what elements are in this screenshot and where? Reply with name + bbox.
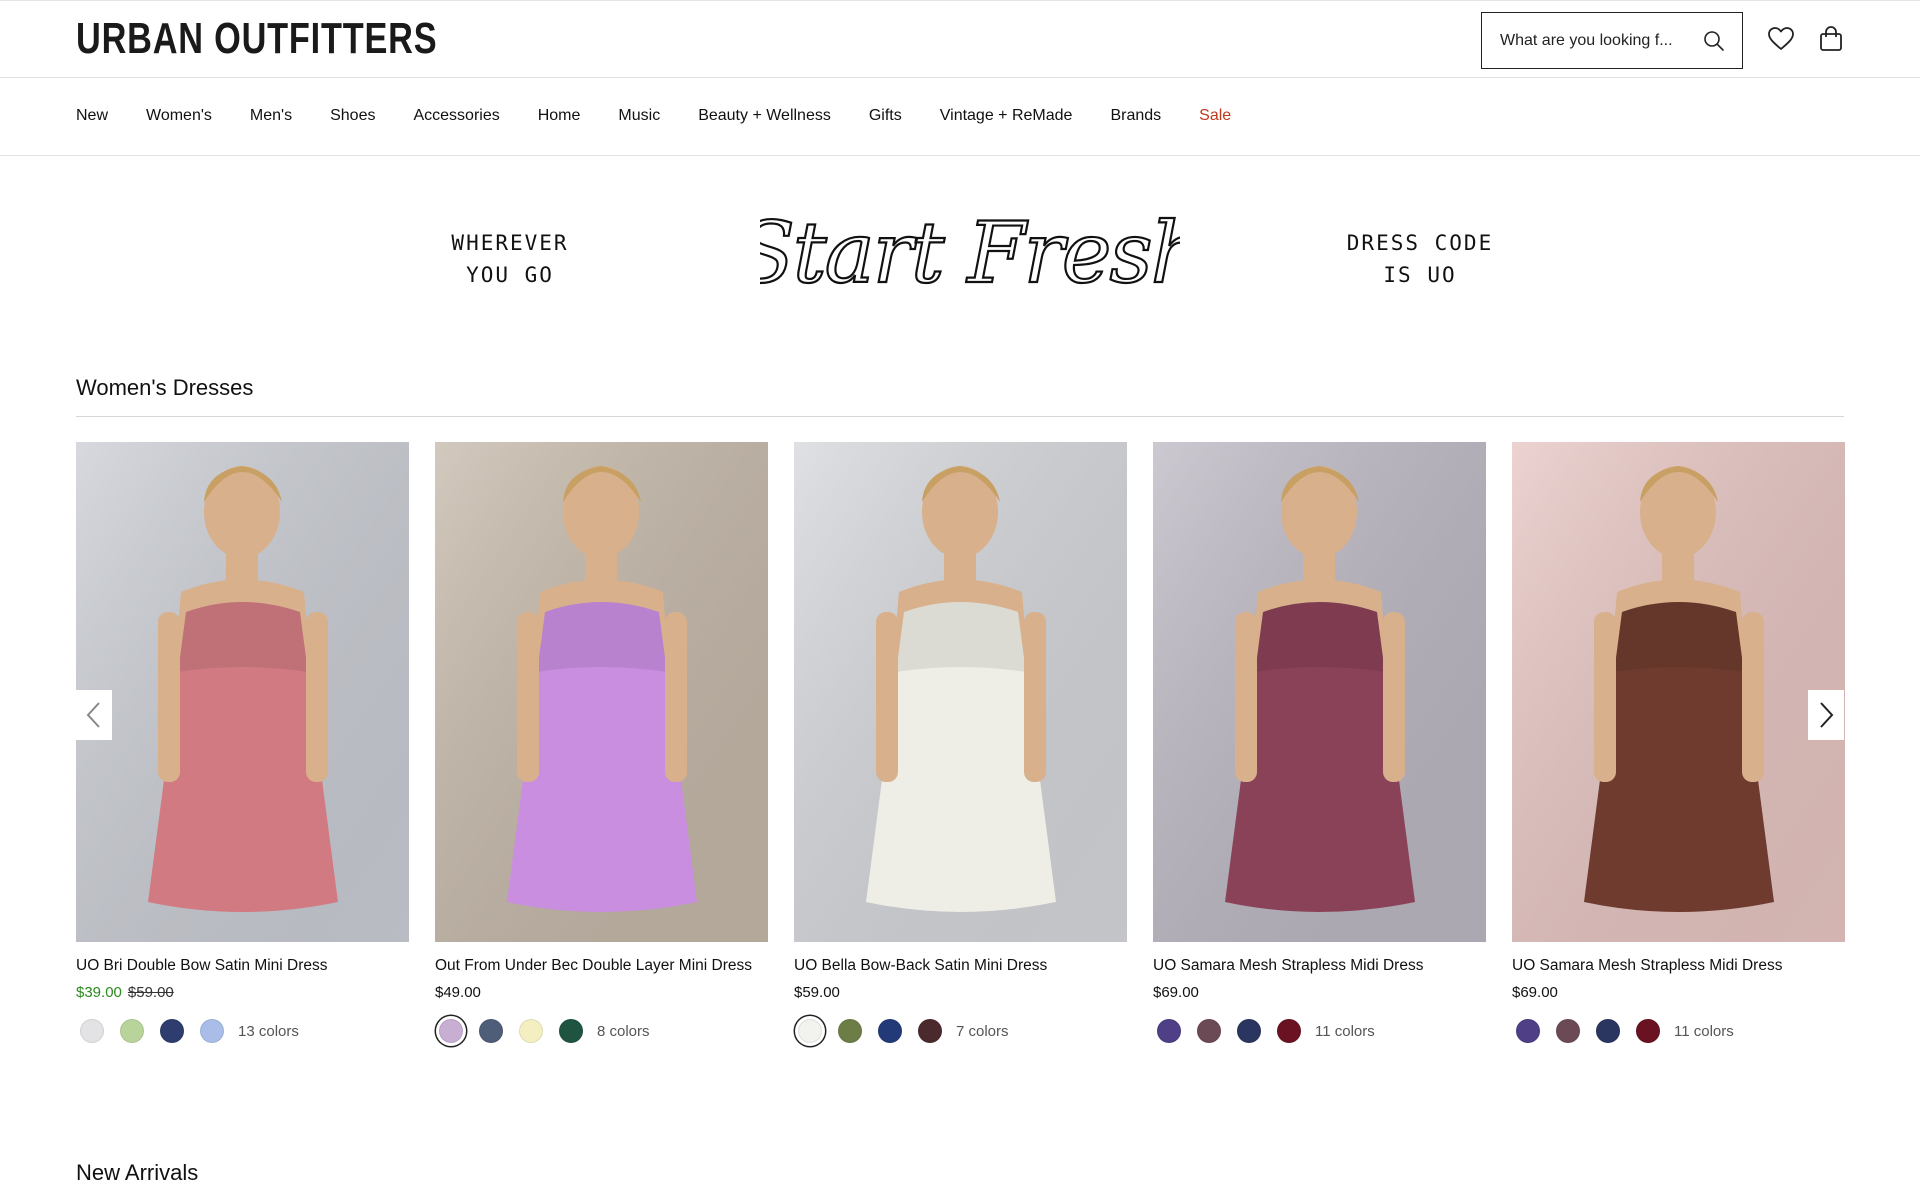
- carousel-prev-button[interactable]: [76, 690, 112, 740]
- product-carousel: UO Bri Double Bow Satin Mini Dress $39.00…: [76, 442, 1845, 1043]
- section-title-dresses[interactable]: Women's Dresses: [76, 375, 253, 401]
- color-count[interactable]: 7 colors: [956, 1023, 1009, 1040]
- nav-new[interactable]: New: [76, 106, 108, 126]
- color-swatch[interactable]: [80, 1019, 104, 1043]
- product-card[interactable]: UO Bella Bow-Back Satin Mini Dress $59.00…: [794, 442, 1127, 1046]
- banner-right-line1: DRESS CODE: [1346, 231, 1494, 255]
- nav-home[interactable]: Home: [538, 106, 581, 126]
- banner-left-line2: YOU GO: [466, 263, 554, 287]
- search-input[interactable]: [1500, 31, 1685, 50]
- banner-script-logo: Start Fresh: [760, 203, 1180, 303]
- color-swatch[interactable]: [160, 1019, 184, 1043]
- color-swatches: 11 colors: [1512, 1016, 1845, 1046]
- color-count[interactable]: 11 colors: [1315, 1023, 1375, 1040]
- color-swatch[interactable]: [559, 1019, 583, 1043]
- product-price: $59.00: [794, 984, 840, 1001]
- color-swatch[interactable]: [878, 1019, 902, 1043]
- color-swatch[interactable]: [519, 1019, 543, 1043]
- color-swatch[interactable]: [200, 1019, 224, 1043]
- product-name[interactable]: UO Bella Bow-Back Satin Mini Dress: [794, 956, 1127, 976]
- chevron-right-icon: [1820, 702, 1834, 728]
- color-swatch[interactable]: [1237, 1019, 1261, 1043]
- color-swatches: 7 colors: [794, 1016, 1127, 1046]
- nav-mens[interactable]: Men's: [250, 106, 292, 126]
- banner-right-text: DRESS CODE IS UO: [1340, 227, 1500, 291]
- product-price: $69.00: [1153, 984, 1199, 1001]
- search-box[interactable]: [1481, 12, 1743, 69]
- carousel-next-button[interactable]: [1808, 690, 1844, 740]
- nav-accessories[interactable]: Accessories: [413, 106, 499, 126]
- product-image[interactable]: [1153, 442, 1486, 942]
- product-price: $49.00: [435, 984, 481, 1001]
- color-swatch[interactable]: [1157, 1019, 1181, 1043]
- color-count[interactable]: 13 colors: [238, 1023, 299, 1040]
- nav-music[interactable]: Music: [618, 106, 660, 126]
- product-card[interactable]: UO Samara Mesh Strapless Midi Dress $69.0…: [1153, 442, 1486, 1046]
- color-swatches: 8 colors: [435, 1016, 768, 1046]
- nav-womens[interactable]: Women's: [146, 106, 212, 126]
- section-title-new-arrivals[interactable]: New Arrivals: [76, 1160, 198, 1186]
- banner-right-line2: IS UO: [1383, 263, 1457, 287]
- chevron-left-icon: [86, 702, 100, 728]
- product-card[interactable]: Out From Under Bec Double Layer Mini Dre…: [435, 442, 768, 1046]
- banner-left-text: WHEREVER YOU GO: [430, 227, 590, 291]
- nav-shoes[interactable]: Shoes: [330, 106, 375, 126]
- product-price: $39.00 $59.00: [76, 984, 409, 1002]
- heart-icon[interactable]: [1766, 24, 1796, 54]
- color-swatch[interactable]: [1197, 1019, 1221, 1043]
- banner-script-text: Start Fresh: [760, 204, 1180, 302]
- product-name[interactable]: UO Samara Mesh Strapless Midi Dress: [1153, 956, 1486, 976]
- nav-brands[interactable]: Brands: [1110, 106, 1161, 126]
- sale-price: $39.00: [76, 984, 122, 1001]
- product-image[interactable]: [76, 442, 409, 942]
- color-swatch[interactable]: [120, 1019, 144, 1043]
- shopping-bag-icon[interactable]: [1816, 24, 1846, 54]
- product-name[interactable]: UO Samara Mesh Strapless Midi Dress: [1512, 956, 1845, 976]
- nav-beauty-wellness[interactable]: Beauty + Wellness: [698, 106, 831, 126]
- product-image[interactable]: [794, 442, 1127, 942]
- color-swatch[interactable]: [1277, 1019, 1301, 1043]
- color-count[interactable]: 11 colors: [1674, 1023, 1734, 1040]
- product-image[interactable]: [1512, 442, 1845, 942]
- color-swatches: 11 colors: [1153, 1016, 1486, 1046]
- search-icon[interactable]: [1702, 29, 1726, 53]
- section-divider: [76, 416, 1844, 417]
- product-price: $69.00: [1512, 984, 1558, 1001]
- product-card[interactable]: UO Bri Double Bow Satin Mini Dress $39.00…: [76, 442, 409, 1046]
- nav-gifts[interactable]: Gifts: [869, 106, 902, 126]
- color-swatch[interactable]: [918, 1019, 942, 1043]
- original-price: $59.00: [127, 984, 174, 1001]
- color-swatch[interactable]: [1636, 1019, 1660, 1043]
- product-name[interactable]: UO Bri Double Bow Satin Mini Dress: [76, 956, 409, 976]
- color-swatch[interactable]: [1556, 1019, 1580, 1043]
- color-count[interactable]: 8 colors: [597, 1023, 650, 1040]
- promo-banner[interactable]: WHEREVER YOU GO Start Fresh DRESS CODE I…: [0, 157, 1920, 357]
- logo[interactable]: URBAN OUTFITTERS: [76, 15, 437, 63]
- nav-vintage-remade[interactable]: Vintage + ReMade: [940, 106, 1073, 126]
- product-name[interactable]: Out From Under Bec Double Layer Mini Dre…: [435, 956, 768, 976]
- color-swatch[interactable]: [1596, 1019, 1620, 1043]
- color-swatches: 13 colors: [76, 1016, 409, 1046]
- nav-sale[interactable]: Sale: [1199, 106, 1231, 126]
- color-swatch[interactable]: [1516, 1019, 1540, 1043]
- color-swatch[interactable]: [479, 1019, 503, 1043]
- color-swatch[interactable]: [439, 1019, 463, 1043]
- site-header: URBAN OUTFITTERS: [0, 0, 1920, 78]
- product-card[interactable]: UO Samara Mesh Strapless Midi Dress $69.0…: [1512, 442, 1845, 1046]
- banner-left-line1: WHEREVER: [451, 231, 569, 255]
- color-swatch[interactable]: [798, 1019, 822, 1043]
- main-nav: New Women's Men's Shoes Accessories Home…: [0, 78, 1920, 156]
- color-swatch[interactable]: [838, 1019, 862, 1043]
- product-image[interactable]: [435, 442, 768, 942]
